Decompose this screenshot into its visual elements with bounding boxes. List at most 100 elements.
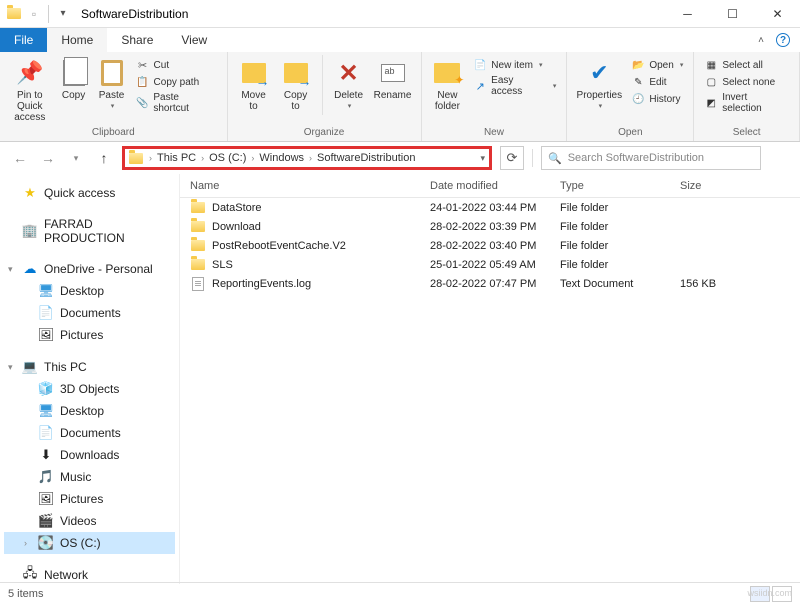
select-all-button[interactable]: ▦Select all <box>700 57 793 73</box>
easy-access-button[interactable]: ↗Easy access▾ <box>469 74 560 98</box>
column-name[interactable]: Name <box>180 180 430 192</box>
nav-downloads[interactable]: ⬇Downloads <box>4 444 175 466</box>
paste-button[interactable]: Paste ▾ <box>94 55 130 112</box>
tab-share[interactable]: Share <box>107 28 167 52</box>
nav-os-c[interactable]: ›💽OS (C:) <box>4 532 175 554</box>
new-item-button[interactable]: 📄New item▾ <box>469 57 560 73</box>
paste-icon <box>96 57 128 89</box>
file-size: 156 KB <box>680 278 760 290</box>
history-icon: 🕘 <box>631 92 645 106</box>
chevron-right-icon[interactable]: › <box>149 153 152 163</box>
file-date: 28-02-2022 07:47 PM <box>430 278 560 290</box>
chevron-right-icon[interactable]: › <box>309 153 312 163</box>
forward-button[interactable]: → <box>38 148 58 168</box>
nav-music[interactable]: 🎵Music <box>4 466 175 488</box>
column-type[interactable]: Type <box>560 180 680 192</box>
file-row[interactable]: SLS25-01-2022 05:49 AMFile folder <box>180 255 800 274</box>
open-icon: 📂 <box>631 58 645 72</box>
file-date: 28-02-2022 03:39 PM <box>430 221 560 233</box>
nav-onedrive-documents[interactable]: 📄Documents <box>4 302 175 324</box>
collapse-ribbon-icon[interactable]: ˄ <box>758 35 764 46</box>
chevron-right-icon[interactable]: › <box>24 538 27 548</box>
nav-pc-pictures[interactable]: 🖼Pictures <box>4 488 175 510</box>
desktop-icon: 🖥 <box>38 283 54 299</box>
nav-videos[interactable]: 🎬Videos <box>4 510 175 532</box>
select-none-button[interactable]: ▢Select none <box>700 74 793 90</box>
move-to-button[interactable]: Move to <box>234 55 274 114</box>
nav-farrad-production[interactable]: 🏢FARRAD PRODUCTION <box>4 214 175 248</box>
folder-icon <box>190 219 206 235</box>
cut-button[interactable]: ✂Cut <box>132 57 221 73</box>
breadcrumb-segment[interactable]: Windows <box>256 152 307 164</box>
nav-onedrive-pictures[interactable]: 🖼Pictures <box>4 324 175 346</box>
scissors-icon: ✂ <box>136 58 150 72</box>
nav-this-pc[interactable]: ▾💻This PC <box>4 356 175 378</box>
breadcrumb-segment[interactable]: This PC <box>154 152 199 164</box>
refresh-button[interactable]: ⟳ <box>500 146 524 170</box>
qat-placeholder-icon[interactable]: ▫ <box>26 6 42 22</box>
address-bar[interactable]: › This PC › OS (C:) › Windows › Software… <box>122 146 492 170</box>
file-row[interactable]: DataStore24-01-2022 03:44 PMFile folder <box>180 198 800 217</box>
copy-to-button[interactable]: Copy to <box>276 55 316 114</box>
file-type: File folder <box>560 221 680 233</box>
new-folder-button[interactable]: New folder <box>428 55 468 114</box>
file-row[interactable]: Download28-02-2022 03:39 PMFile folder <box>180 217 800 236</box>
ribbon-group-open: ✔ Properties ▾ 📂Open▾ ✎Edit 🕘History Ope… <box>567 52 694 141</box>
chevron-down-icon: ▾ <box>111 102 115 110</box>
folder-icon <box>190 257 206 273</box>
file-row[interactable]: ReportingEvents.log28-02-2022 07:47 PMTe… <box>180 274 800 293</box>
delete-button[interactable]: ✕ Delete ▾ <box>329 55 369 112</box>
open-button[interactable]: 📂Open▾ <box>627 57 687 73</box>
address-row: ← → ▾ ↑ › This PC › OS (C:) › Windows › … <box>0 142 800 174</box>
watermark: wsiidn.com <box>747 588 792 598</box>
nav-3d-objects[interactable]: 🧊3D Objects <box>4 378 175 400</box>
rename-button[interactable]: Rename <box>371 55 415 103</box>
folder-icon <box>190 200 206 216</box>
minimize-button[interactable]: ─ <box>665 0 710 28</box>
paste-shortcut-button[interactable]: 📎Paste shortcut <box>132 91 221 115</box>
copy-button[interactable]: Copy <box>56 55 92 103</box>
nav-quick-access[interactable]: ★Quick access <box>4 182 175 204</box>
help-icon[interactable]: ? <box>776 33 790 47</box>
files-pane[interactable]: Name Date modified Type Size DataStore24… <box>180 174 800 584</box>
file-name: ReportingEvents.log <box>212 278 311 290</box>
history-button[interactable]: 🕘History <box>627 91 687 107</box>
up-button[interactable]: ↑ <box>94 148 114 168</box>
breadcrumb-segment[interactable]: OS (C:) <box>206 152 249 164</box>
tab-file[interactable]: File <box>0 28 47 52</box>
chevron-down-icon: ▾ <box>599 102 603 110</box>
invert-selection-button[interactable]: ◩Invert selection <box>700 91 793 115</box>
recent-locations-button[interactable]: ▾ <box>66 148 86 168</box>
back-button[interactable]: ← <box>10 148 30 168</box>
copy-path-button[interactable]: 📋Copy path <box>132 74 221 90</box>
chevron-right-icon[interactable]: › <box>251 153 254 163</box>
navigation-pane[interactable]: ★Quick access 🏢FARRAD PRODUCTION ▾☁OneDr… <box>0 174 180 584</box>
nav-pc-documents[interactable]: 📄Documents <box>4 422 175 444</box>
tab-view[interactable]: View <box>167 28 221 52</box>
chevron-down-icon[interactable]: ▾ <box>8 264 13 275</box>
columns-header[interactable]: Name Date modified Type Size <box>180 174 800 198</box>
tab-home[interactable]: Home <box>47 28 107 52</box>
breadcrumb-segment[interactable]: SoftwareDistribution <box>314 152 418 164</box>
address-dropdown-icon[interactable]: ▾ <box>480 153 485 164</box>
pin-to-quick-access-button[interactable]: 📌 Pin to Quick access <box>6 55 54 125</box>
properties-button[interactable]: ✔ Properties ▾ <box>573 55 625 112</box>
maximize-button[interactable]: ☐ <box>710 0 755 28</box>
qat-customize-icon[interactable]: ▾ <box>55 6 71 22</box>
folder-icon <box>190 238 206 254</box>
close-button[interactable]: ✕ <box>755 0 800 28</box>
nav-network[interactable]: 🖧Network <box>4 564 175 584</box>
chevron-down-icon[interactable]: ▾ <box>8 362 13 373</box>
chevron-right-icon[interactable]: › <box>201 153 204 163</box>
search-input[interactable]: 🔍 Search SoftwareDistribution <box>541 146 761 170</box>
nav-pc-desktop[interactable]: 🖥Desktop <box>4 400 175 422</box>
nav-onedrive[interactable]: ▾☁OneDrive - Personal <box>4 258 175 280</box>
column-size[interactable]: Size <box>680 180 760 192</box>
file-row[interactable]: PostRebootEventCache.V228-02-2022 03:40 … <box>180 236 800 255</box>
invert-selection-icon: ◩ <box>704 96 718 110</box>
nav-onedrive-desktop[interactable]: 🖥Desktop <box>4 280 175 302</box>
downloads-icon: ⬇ <box>38 447 54 463</box>
cube-icon: 🧊 <box>38 381 54 397</box>
edit-button[interactable]: ✎Edit <box>627 74 687 90</box>
column-date[interactable]: Date modified <box>430 180 560 192</box>
